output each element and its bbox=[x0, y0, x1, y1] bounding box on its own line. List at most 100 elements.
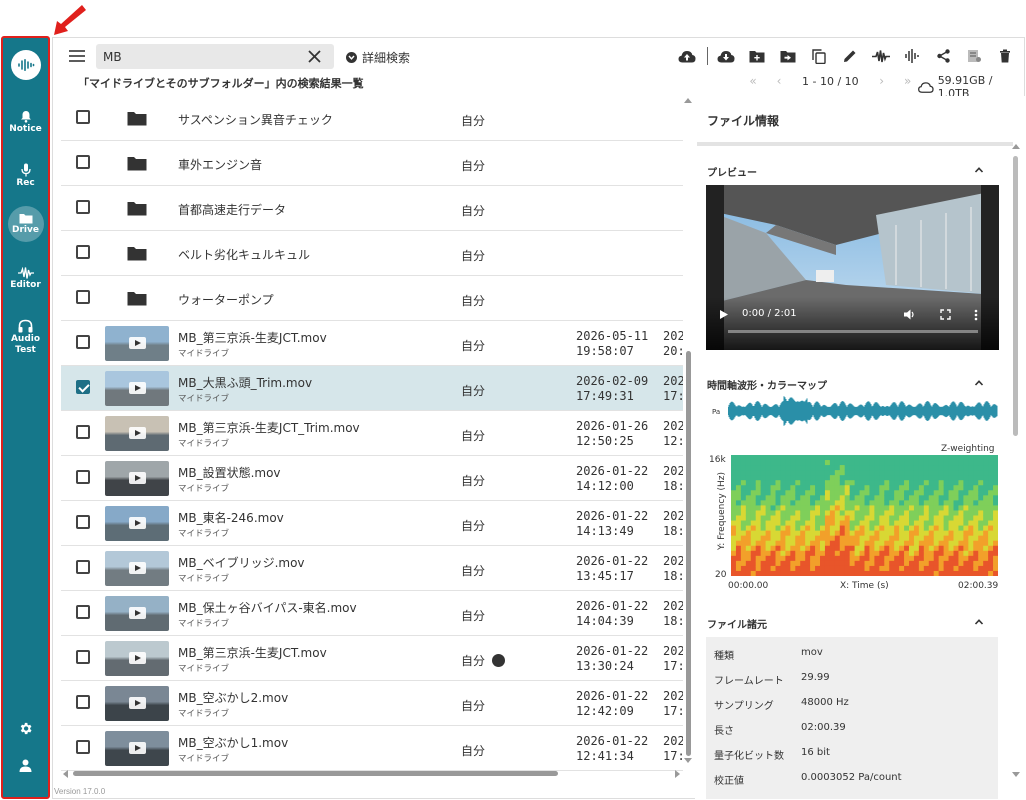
row-checkbox[interactable] bbox=[76, 740, 90, 754]
row-checkbox[interactable] bbox=[76, 470, 90, 484]
search-input[interactable]: MB bbox=[96, 44, 334, 69]
spectrogram-x-label: X: Time (s) bbox=[840, 581, 889, 591]
split-button[interactable] bbox=[901, 46, 923, 66]
new-folder-button[interactable] bbox=[746, 46, 768, 66]
move-to-folder-button[interactable] bbox=[777, 46, 799, 66]
list-vertical-scrollbar[interactable] bbox=[684, 96, 692, 772]
toolbar bbox=[676, 46, 1025, 66]
scroll-right-icon[interactable] bbox=[675, 770, 680, 778]
row-date: 2026-01-22 bbox=[576, 554, 649, 568]
row-location: マイドライブ bbox=[178, 664, 230, 674]
volume-icon[interactable] bbox=[904, 309, 916, 320]
spec-value: mov bbox=[801, 647, 823, 658]
share-button[interactable] bbox=[932, 46, 954, 66]
scroll-down-icon[interactable] bbox=[1012, 772, 1020, 777]
row-checkbox[interactable] bbox=[76, 290, 90, 304]
spec-row: フレームレート 29.99 bbox=[706, 665, 998, 690]
folder-row[interactable]: 首都高速走行データ 自分 bbox=[61, 186, 683, 231]
chevron-up-icon[interactable] bbox=[974, 617, 984, 627]
scroll-down-icon[interactable] bbox=[684, 758, 692, 763]
toolbar-divider bbox=[707, 47, 708, 65]
scroll-left-icon[interactable] bbox=[63, 770, 68, 778]
prev-page-icon[interactable]: ‹ bbox=[766, 74, 792, 88]
row-time: 13:30:24 bbox=[576, 659, 634, 673]
fullscreen-icon[interactable] bbox=[940, 309, 951, 320]
file-row[interactable]: MB_第三京浜-生麦JCT_Trim.mov マイドライブ 2026-01-26 12… bbox=[61, 411, 683, 456]
app-logo[interactable] bbox=[11, 50, 41, 80]
cloud-upload-button[interactable] bbox=[676, 46, 698, 66]
folder-row[interactable]: 車外エンジン音 自分 bbox=[61, 141, 683, 186]
row-owner-text: 自分 bbox=[461, 699, 486, 713]
spectrogram-chart[interactable] bbox=[731, 455, 998, 576]
scroll-up-icon[interactable] bbox=[684, 98, 692, 103]
row-checkbox[interactable] bbox=[76, 560, 90, 574]
file-row[interactable]: MB_空ぶかし1.mov マイドライブ 2026-01-22 12:41:34 202 1… bbox=[61, 726, 683, 771]
rename-button[interactable] bbox=[839, 46, 861, 66]
copy-button[interactable] bbox=[808, 46, 830, 66]
chevron-down-icon bbox=[346, 52, 357, 63]
file-row[interactable]: MB_保土ヶ谷バイパス-東名.mov マイドライブ 2026-01-22 14:04:… bbox=[61, 591, 683, 636]
file-row[interactable]: MB_東名-246.mov マイドライブ 2026-01-22 14:13:49 202… bbox=[61, 501, 683, 546]
waveform-chart[interactable] bbox=[728, 396, 998, 426]
row-checkbox[interactable] bbox=[76, 605, 90, 619]
row-checkbox[interactable] bbox=[76, 110, 90, 124]
row-checkbox[interactable] bbox=[76, 425, 90, 439]
sidebar-item-editor[interactable]: Editor bbox=[3, 267, 48, 291]
row-checkbox[interactable] bbox=[76, 380, 90, 394]
folder-row[interactable]: ベルト劣化キュルキュル 自分 bbox=[61, 231, 683, 276]
video-progress[interactable] bbox=[728, 330, 978, 333]
more-vertical-icon[interactable] bbox=[974, 309, 978, 321]
row-time: 13:45:17 bbox=[576, 569, 634, 583]
scroll-up-icon[interactable] bbox=[1012, 144, 1020, 149]
play-icon[interactable] bbox=[720, 310, 728, 319]
row-checkbox[interactable] bbox=[76, 650, 90, 664]
menu-icon[interactable] bbox=[68, 47, 86, 65]
scroll-thumb[interactable] bbox=[73, 771, 558, 776]
last-page-icon[interactable]: » bbox=[895, 74, 921, 88]
waveform-icon bbox=[17, 267, 34, 279]
settings-icon[interactable] bbox=[18, 721, 33, 736]
advanced-search-label: 詳細検索 bbox=[362, 51, 411, 65]
open-editor-button[interactable] bbox=[870, 46, 892, 66]
file-row[interactable]: MB_空ぶかし2.mov マイドライブ 2026-01-22 12:42:09 202 1… bbox=[61, 681, 683, 726]
properties-button[interactable] bbox=[963, 46, 985, 66]
row-name: MB_空ぶかし2.mov bbox=[178, 691, 289, 705]
chevron-up-icon[interactable] bbox=[974, 378, 984, 388]
file-row[interactable]: MB_第三京浜-生麦JCT.mov マイドライブ 2026-05-11 19:58:0… bbox=[61, 321, 683, 366]
row-owner: 自分 bbox=[461, 202, 485, 219]
scroll-thumb[interactable] bbox=[1013, 156, 1018, 436]
row-checkbox[interactable] bbox=[76, 200, 90, 214]
row-checkbox[interactable] bbox=[76, 245, 90, 259]
scroll-thumb[interactable] bbox=[686, 351, 691, 756]
user-icon[interactable] bbox=[19, 759, 32, 772]
video-player[interactable]: 0:00 / 2:01 bbox=[706, 185, 999, 350]
row-checkbox[interactable] bbox=[76, 695, 90, 709]
row-owner: 自分 bbox=[461, 157, 485, 174]
file-row[interactable]: MB_第三京浜-生麦JCT.mov マイドライブ 2026-01-22 13:30:2… bbox=[61, 636, 683, 681]
chevron-up-icon[interactable] bbox=[974, 165, 984, 175]
panel-scrollbar[interactable] bbox=[1012, 142, 1020, 782]
row-time2: 18: bbox=[663, 569, 683, 583]
spec-key: 長さ bbox=[714, 726, 734, 737]
sidebar-item-audio-test[interactable]: Audio Test bbox=[3, 319, 48, 356]
folder-row[interactable]: サスペンション異音チェック 自分 bbox=[61, 96, 683, 141]
delete-button[interactable] bbox=[994, 46, 1016, 66]
file-row[interactable]: MB_設置状態.mov マイドライブ 2026-01-22 14:12:00 202 18… bbox=[61, 456, 683, 501]
row-checkbox[interactable] bbox=[76, 335, 90, 349]
next-page-icon[interactable]: › bbox=[869, 74, 895, 88]
list-horizontal-scrollbar[interactable] bbox=[61, 768, 683, 778]
row-checkbox[interactable] bbox=[76, 155, 90, 169]
first-page-icon[interactable]: « bbox=[740, 74, 766, 88]
advanced-search-button[interactable]: 詳細検索 bbox=[346, 49, 410, 66]
close-icon[interactable] bbox=[306, 48, 323, 65]
cloud-download-button[interactable] bbox=[715, 46, 737, 66]
file-row[interactable]: MB_ベイブリッジ.mov マイドライブ 2026-01-22 13:45:17 202… bbox=[61, 546, 683, 591]
row-name: MB_保土ヶ谷バイパス-東名.mov bbox=[178, 601, 357, 615]
file-row[interactable]: MB_大黒ふ頭_Trim.mov マイドライブ 2026-02-09 17:49:31… bbox=[61, 366, 683, 411]
sidebar-item-drive[interactable]: Drive bbox=[3, 206, 48, 242]
row-checkbox[interactable] bbox=[76, 515, 90, 529]
sidebar-item-notice[interactable]: Notice bbox=[3, 110, 48, 135]
sidebar-item-rec[interactable]: Rec bbox=[3, 163, 48, 189]
folder-icon bbox=[127, 292, 147, 306]
folder-row[interactable]: ウォーターポンプ 自分 bbox=[61, 276, 683, 321]
